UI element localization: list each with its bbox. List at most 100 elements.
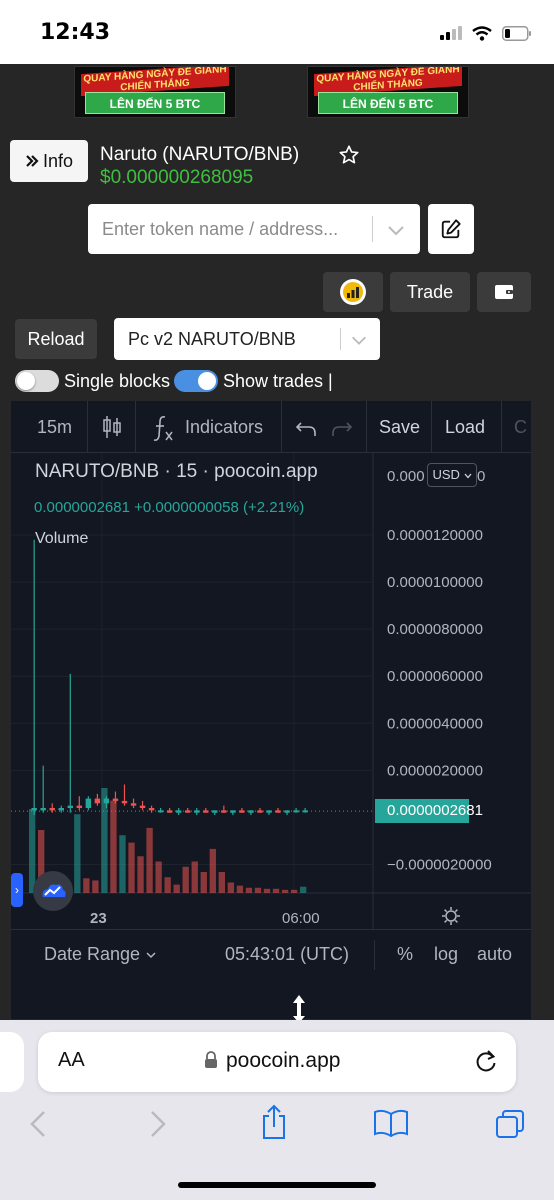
- candle-body: [130, 803, 137, 806]
- log-button[interactable]: log: [434, 944, 458, 965]
- y-tick-label-top-suffix: 0: [477, 468, 485, 485]
- chart-toolbar: 15m Indicators Save Load C: [11, 401, 531, 453]
- safari-toolbar: AA poocoin.app: [0, 1020, 554, 1200]
- candle-body: [112, 798, 119, 801]
- chevron-down-icon: [352, 336, 366, 345]
- y-tick-label: 0.0000060000: [387, 668, 483, 685]
- ad-banner-right[interactable]: QUAY HÀNG NGÀY ĐỂ GIÀNH CHIẾN THẮNG LÊN …: [307, 66, 469, 118]
- chevron-down-icon[interactable]: [386, 220, 406, 240]
- edit-button[interactable]: [428, 204, 474, 254]
- candle-body: [212, 810, 218, 813]
- address-bar[interactable]: AA poocoin.app: [38, 1032, 516, 1092]
- token-search-box[interactable]: [88, 204, 420, 254]
- tabs-icon[interactable]: [494, 1108, 526, 1140]
- star-icon[interactable]: [338, 144, 360, 166]
- pair-select-value: Pc v2 NARUTO/BNB: [128, 329, 296, 349]
- reload-button-label: Reload: [27, 328, 85, 349]
- resize-handle-icon[interactable]: [290, 994, 308, 1020]
- token-search-input[interactable]: [102, 216, 362, 242]
- function-icon[interactable]: [151, 414, 175, 442]
- volume-bar: [281, 889, 289, 893]
- save-button[interactable]: Save: [379, 401, 420, 453]
- toolbar-divider: [281, 401, 282, 453]
- info-button[interactable]: Info: [10, 140, 88, 182]
- lock-icon: [205, 1051, 217, 1068]
- last-price-tag: 0.0000002681: [375, 799, 483, 824]
- chart-symbol-title: NARUTO/BNB · 15 · poocoin.app: [35, 461, 318, 482]
- status-icons: [440, 22, 532, 44]
- candle-body: [103, 798, 110, 804]
- tradingview-chart[interactable]: 15m Indicators Save Load C 0.0000120000 …: [11, 401, 531, 1019]
- single-blocks-toggle[interactable]: [15, 370, 59, 392]
- chevron-down-icon: [464, 473, 472, 479]
- candle-body: [67, 805, 73, 808]
- currency-select-value: USD: [432, 467, 460, 482]
- volume-bar: [83, 878, 90, 893]
- chart-logo-button[interactable]: [323, 272, 383, 312]
- volume-bar: [173, 884, 180, 893]
- candles-icon[interactable]: [101, 415, 123, 439]
- y-tick-label: −0.0000020000: [387, 856, 492, 873]
- volume-bar: [263, 888, 271, 893]
- x-tick-label: 06:00: [282, 910, 320, 927]
- wallet-button[interactable]: [477, 272, 531, 312]
- url-text[interactable]: poocoin.app: [226, 1049, 340, 1073]
- status-time: 12:43: [40, 20, 111, 45]
- redo-icon[interactable]: [331, 419, 353, 437]
- toolbar-divider: [135, 401, 136, 453]
- date-range-button[interactable]: Date Range: [44, 944, 157, 965]
- candle-body: [157, 810, 164, 813]
- back-icon[interactable]: [28, 1108, 48, 1140]
- candle-body: [49, 808, 55, 811]
- volume-bar: [299, 886, 307, 893]
- reload-icon[interactable]: [474, 1048, 498, 1074]
- previous-tab-peek[interactable]: [0, 1032, 24, 1092]
- side-panel-handle[interactable]: ›: [11, 873, 23, 907]
- indicators-button[interactable]: Indicators: [185, 401, 263, 453]
- toggle-knob: [17, 372, 35, 390]
- volume-label: Volume: [35, 530, 89, 547]
- trade-button[interactable]: Trade: [390, 272, 470, 312]
- volume-bar: [209, 848, 216, 893]
- auto-button[interactable]: auto: [477, 944, 512, 965]
- forward-icon[interactable]: [148, 1108, 168, 1140]
- load-button[interactable]: Load: [445, 401, 485, 453]
- bookmarks-icon[interactable]: [373, 1108, 409, 1138]
- undo-icon[interactable]: [295, 419, 317, 437]
- volume-bar: [227, 882, 235, 893]
- pair-select[interactable]: Pc v2 NARUTO/BNB: [114, 318, 380, 360]
- share-icon[interactable]: [260, 1104, 288, 1140]
- browser-nav-row: [0, 1104, 554, 1148]
- ad-banner-left[interactable]: QUAY HÀNG NGÀY ĐỂ GIÀNH CHIẾN THẮNG LÊN …: [74, 66, 236, 118]
- chart-footer: Date Range 05:43:01 (UTC) % log auto: [11, 929, 531, 1019]
- show-trades-toggle[interactable]: [174, 370, 218, 392]
- reload-button[interactable]: Reload: [15, 319, 97, 359]
- price-chart[interactable]: 0.0000120000 0.0000100000 0.0000080000 0.00…: [11, 453, 531, 929]
- interval-button[interactable]: 15m: [37, 401, 72, 453]
- candle-body: [121, 800, 128, 804]
- candle-body: [40, 808, 46, 811]
- reader-aa-button[interactable]: AA: [58, 1049, 85, 1072]
- chart-area[interactable]: 0.0000120000 0.0000100000 0.0000080000 0.00…: [11, 453, 531, 929]
- percent-button[interactable]: %: [397, 944, 413, 965]
- volume-bar: [119, 835, 126, 893]
- volume-bar: [155, 861, 162, 893]
- candle-body: [94, 798, 101, 804]
- x-tick-label: 23: [90, 910, 107, 927]
- y-tick-label: 0.0000120000: [387, 527, 483, 544]
- settings-gear-icon[interactable]: [441, 906, 461, 926]
- currency-select[interactable]: USD: [427, 463, 477, 487]
- info-button-label: Info: [42, 150, 74, 171]
- candle-body: [31, 808, 37, 811]
- volume-bar: [146, 827, 153, 893]
- tradingview-logo[interactable]: [33, 871, 73, 911]
- double-chevron-right-icon: [26, 155, 39, 167]
- overflow-button[interactable]: C: [514, 401, 527, 453]
- home-indicator: [178, 1182, 376, 1188]
- footer-divider: [374, 940, 375, 970]
- y-tick-label: 0.0000100000: [387, 574, 483, 591]
- volume-bar: [164, 877, 171, 893]
- poocoin-page: QUAY HÀNG NGÀY ĐỂ GIÀNH CHIẾN THẮNG LÊN …: [0, 64, 554, 1020]
- utc-time: 05:43:01 (UTC): [225, 944, 350, 964]
- y-tick-label: 0.0000040000: [387, 715, 483, 732]
